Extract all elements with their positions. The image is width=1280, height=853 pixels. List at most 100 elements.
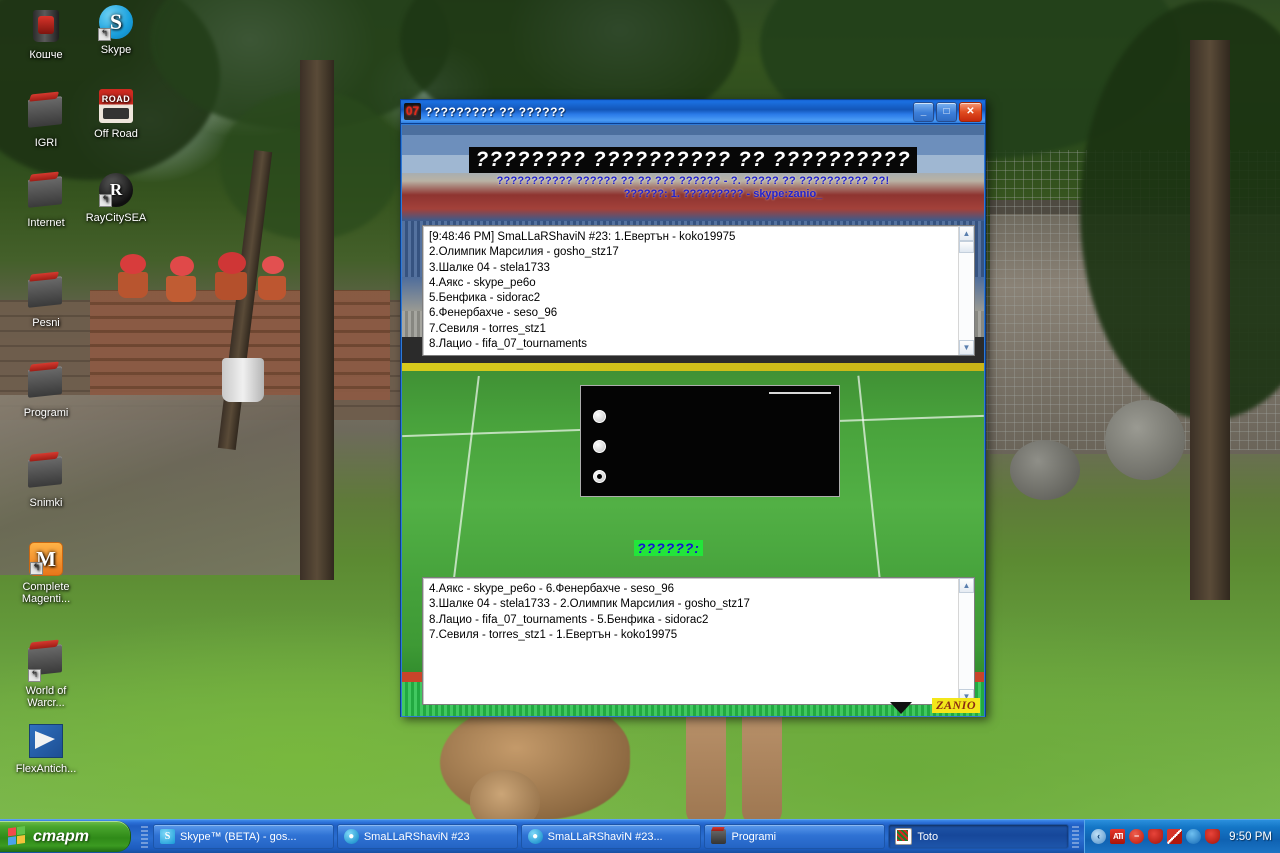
- antivirus-shield-icon[interactable]: [1205, 829, 1221, 844]
- msn-messenger-icon: ●: [343, 829, 359, 844]
- skype-icon: S: [160, 829, 175, 844]
- chat-line: [9:48:46 PM] SmaLLaRShaviN #23: 1.Евертъ…: [429, 231, 736, 243]
- network-icon[interactable]: [1186, 829, 1202, 844]
- taskbar-clock[interactable]: 9:50 PM: [1229, 831, 1272, 843]
- draw-results-listbox[interactable]: 4.Аякс - skype_pe6o - 6.Фенербахче - ses…: [422, 577, 975, 705]
- chat-line: 8.Лацио - fifa_07_tournaments: [429, 338, 588, 351]
- folder-shortcut-icon: [28, 276, 64, 314]
- desktop-icon-label: World of Warcr...: [25, 685, 67, 709]
- desktop-icon-label: RayCitySEA: [85, 212, 147, 224]
- desktop-icon-label: Кошче: [29, 49, 63, 61]
- result-line: 7.Севиля - torres_stz1 - 1.Евертън - kok…: [429, 628, 678, 641]
- options-panel[interactable]: [580, 385, 840, 497]
- desktop-icon-raycitysea[interactable]: R ↰ RayCitySEA: [78, 172, 154, 224]
- desktop-wallpaper[interactable]: Кошче S ↰ Skype IGRI ROAD Off Road Inter…: [0, 0, 1280, 820]
- desktop-icon-label: Off Road: [94, 128, 138, 140]
- taskbar-item-smallarshavin-1[interactable]: ● SmaLLaRShaviN #23: [336, 824, 518, 849]
- desktop-icon-programi[interactable]: Programi: [8, 362, 84, 419]
- toto-application-window[interactable]: 07 ????????? ?? ?????? _ □ ✕ ???????? ??…: [400, 99, 986, 717]
- tray-gripper[interactable]: [1072, 825, 1080, 848]
- banner-contact-line: ??????: 1. ????????? - skype:zanio_: [623, 188, 823, 200]
- app-icon: 07: [404, 103, 421, 120]
- flower-pot-scenery: [166, 276, 196, 302]
- chat-log-scrollbar[interactable]: ▲ ▼: [958, 226, 974, 355]
- result-line: 4.Аякс - skype_pe6o - 6.Фенербахче - ses…: [429, 583, 675, 595]
- taskbar-item-programi[interactable]: Programi: [704, 824, 886, 849]
- shortcut-arrow-icon: ↰: [28, 669, 41, 682]
- flower-scenery: [218, 252, 246, 274]
- desktop-icon-label: FlexAntich...: [15, 763, 77, 775]
- desktop-icon-flexantichit[interactable]: FlexAntich...: [8, 722, 84, 775]
- flower-scenery: [170, 256, 194, 276]
- desktop-icon-label: Skype: [100, 44, 132, 56]
- scroll-down-button[interactable]: ▼: [959, 340, 974, 355]
- security-shield-icon[interactable]: [1148, 829, 1164, 844]
- folder-shortcut-icon: [28, 176, 64, 214]
- desktop-icon-skype[interactable]: S ↰ Skype: [78, 4, 154, 56]
- scrollbar-track[interactable]: [959, 241, 974, 340]
- desktop-icon-label: Snimki: [29, 497, 63, 509]
- taskbar-item-label: SmaLLaRShaviN #23: [363, 830, 470, 843]
- windows-logo-icon: [8, 825, 27, 848]
- scroll-up-button[interactable]: ▲: [959, 578, 974, 593]
- chat-line: 5.Бенфика - sidorac2: [429, 292, 541, 305]
- desktop-icon-off-road[interactable]: ROAD Off Road: [78, 88, 154, 140]
- magenti-app-icon: M ↰: [28, 542, 64, 578]
- desktop-icon-label: Complete Magenti...: [21, 581, 71, 605]
- chat-line: 7.Севиля - torres_stz1: [429, 322, 546, 335]
- minimize-button[interactable]: _: [913, 102, 934, 122]
- result-line: 3.Шалке 04 - stela1733 - 2.Олимпик Марси…: [429, 598, 750, 611]
- taskbar-item-label: Toto: [917, 830, 939, 843]
- desktop-icon-internet[interactable]: Internet: [8, 172, 84, 229]
- desktop-icon-label: Programi: [23, 407, 69, 419]
- taskbar-item-label: Programi: [731, 830, 777, 843]
- close-button[interactable]: ✕: [959, 102, 982, 122]
- minus-status-icon[interactable]: −: [1129, 829, 1145, 844]
- banner-subtitle: ??????????? ?????? ?? ?? ??? ?????? - ?.…: [496, 175, 890, 187]
- desktop-icon-snimki[interactable]: Snimki: [8, 452, 84, 509]
- option-radio-3[interactable]: [593, 470, 606, 483]
- tree-trunk-scenery: [300, 60, 334, 580]
- taskbar: старт S Skype™ (BETA) - gos... ● SmaLLaR…: [0, 819, 1280, 853]
- taskbar-gripper[interactable]: [141, 825, 148, 848]
- taskbar-item-skype[interactable]: S Skype™ (BETA) - gos...: [153, 824, 334, 849]
- results-scrollbar[interactable]: ▲ ▼: [958, 578, 974, 704]
- scrollbar-thumb[interactable]: [959, 241, 974, 253]
- off-road-game-icon: ROAD: [98, 89, 134, 125]
- ati-catalyst-icon[interactable]: ATI: [1110, 829, 1126, 844]
- start-button-label: старт: [33, 827, 90, 845]
- chat-line: 6.Фенербахче - seso_96: [429, 307, 558, 320]
- window-title: ????????? ?? ??????: [425, 104, 566, 119]
- maximize-button[interactable]: □: [936, 102, 957, 122]
- folder-shortcut-icon: [28, 366, 64, 404]
- option-radio-1[interactable]: [593, 410, 606, 423]
- result-line: 8.Лацио - fifa_07_tournaments - 5.Бенфик…: [429, 613, 709, 626]
- folder-icon: [711, 829, 727, 844]
- scrollbar-track[interactable]: [959, 593, 974, 689]
- start-button[interactable]: старт: [0, 821, 131, 852]
- flower-pot-scenery: [118, 272, 148, 298]
- desktop-icon-pesni[interactable]: Pesni: [8, 272, 84, 329]
- bucket-scenery: [222, 358, 264, 402]
- tree-trunk-scenery: [1190, 40, 1230, 600]
- nvidia-slash-icon[interactable]: [1167, 829, 1183, 844]
- desktop-icon-recycle-bin[interactable]: Кошче: [8, 8, 84, 61]
- flower-scenery: [262, 256, 284, 274]
- system-tray: ‹ ATI − 9:50 PM: [1084, 820, 1280, 853]
- scroll-up-button[interactable]: ▲: [959, 226, 974, 241]
- window-content-area: ???????? ?????????? ?? ?????????? ??????…: [401, 124, 985, 717]
- banner-title: ???????? ?????????? ?? ??????????: [469, 147, 917, 173]
- desktop-icon-igri[interactable]: IGRI: [8, 92, 84, 149]
- taskbar-item-smallarshavin-2[interactable]: ● SmaLLaRShaviN #23...: [520, 824, 702, 849]
- option-radio-2[interactable]: [593, 440, 606, 453]
- chat-log-listbox[interactable]: [9:48:46 PM] SmaLLaRShaviN #23: 1.Евертъ…: [422, 225, 975, 356]
- desktop-icon-complete-magenti[interactable]: M ↰ Complete Magenti...: [8, 540, 84, 605]
- taskbar-item-toto[interactable]: Toto: [888, 824, 1070, 849]
- down-arrow-icon: [890, 702, 912, 714]
- chat-line: 4.Аякс - skype_pe6o: [429, 276, 536, 289]
- show-hidden-icons-icon[interactable]: ‹: [1091, 829, 1107, 844]
- desktop-icon-label: Internet: [27, 217, 65, 229]
- flower-scenery: [120, 254, 146, 274]
- desktop-icon-world-of-warcraft[interactable]: ↰ World of Warcr...: [8, 640, 84, 709]
- window-title-bar[interactable]: 07 ????????? ?? ?????? _ □ ✕: [401, 100, 985, 124]
